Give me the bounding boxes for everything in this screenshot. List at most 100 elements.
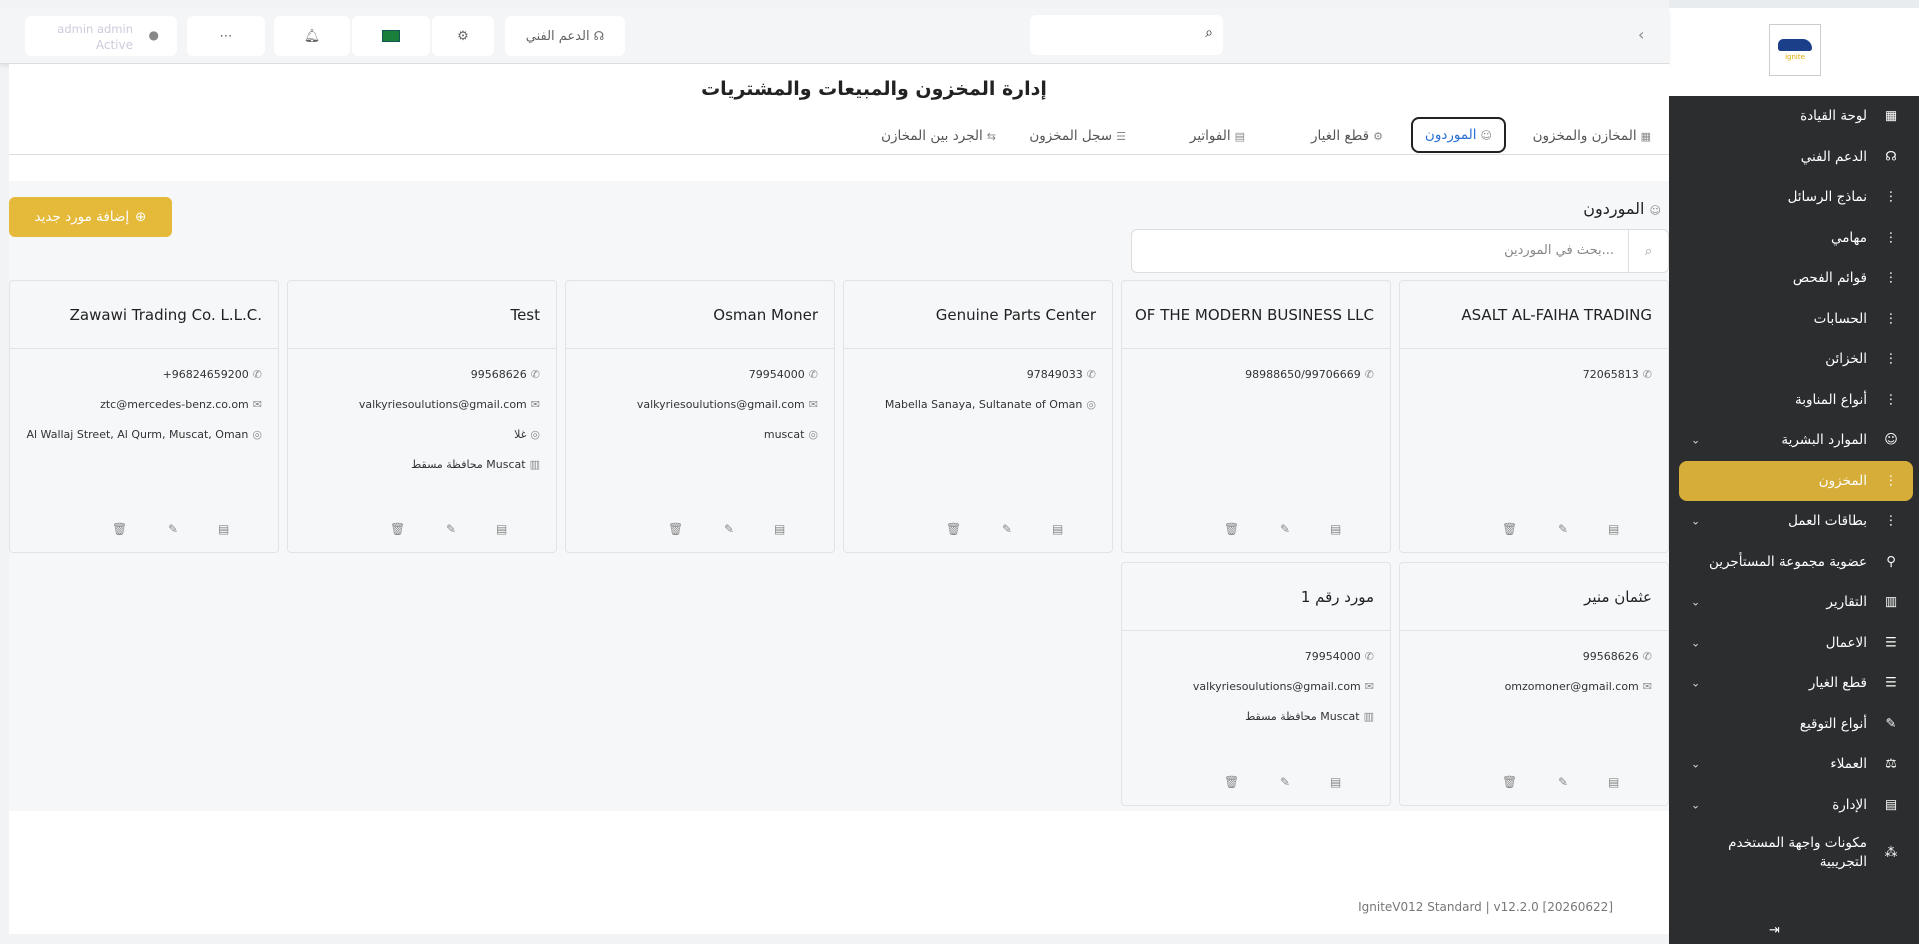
tab-gear[interactable]: قطع الغيار ⚙ — [1311, 119, 1383, 153]
settings-button[interactable]: ⚙ — [432, 16, 494, 56]
details-icon[interactable]: ▤ — [1330, 522, 1341, 536]
details-icon[interactable]: ▤ — [774, 522, 785, 536]
supplier-name: OF THE MODERN BUSINESS LLC — [1122, 281, 1390, 349]
sidebar-item[interactable]: مهامي ⋮ — [1669, 218, 1919, 259]
sidebar-item[interactable]: الموارد البشرية ☺ ⌄ — [1669, 420, 1919, 461]
chevron-down-icon[interactable]: ⌄ — [1691, 596, 1700, 609]
sidebar-item[interactable]: بطاقات العمل ⋮ ⌄ — [1669, 501, 1919, 542]
language-button[interactable] — [352, 16, 430, 56]
tab-warehouse[interactable]: المخازن والمخزون ▦ — [1533, 119, 1651, 153]
sidebar-item[interactable]: عضوية مجموعة المستأجرين ⚲ — [1669, 542, 1919, 583]
supplier-search-input[interactable]: بحث في الموردين... ⌕ — [1131, 229, 1669, 273]
delete-icon[interactable]: 🗑︎ — [1502, 775, 1517, 789]
details-icon[interactable]: ▤ — [1608, 775, 1619, 789]
sidebar-item[interactable]: الحسابات ⋮ — [1669, 299, 1919, 340]
sidebar-item[interactable]: لوحة القيادة ▦ — [1669, 96, 1919, 137]
sidebar-item[interactable]: أنواع التوقيع ✎ — [1669, 704, 1919, 745]
details-icon[interactable]: ▤ — [1330, 775, 1341, 789]
sidebar-item-label: الدعم الفني — [1800, 148, 1867, 165]
support-button[interactable]: الدعم الفني ☊ — [505, 16, 625, 56]
edit-icon[interactable]: ✎ — [1280, 522, 1290, 536]
sidebar-item[interactable]: مكونات واجهة المستخدم التجريبية ⁂ — [1669, 825, 1919, 881]
sidebar-item[interactable]: نماذج الرسائل ⋮ — [1669, 177, 1919, 218]
edit-icon[interactable]: ✎ — [168, 522, 178, 536]
sidebar-nav: لوحة القيادة ▦ الدعم الفني ☊ نماذج الرسائل ⋮ م… — [1669, 96, 1919, 881]
global-search-input[interactable]: ⌕ — [1030, 15, 1223, 55]
supplier-card: OF THE MODERN BUSINESS LLC 98988650/99706… — [1121, 280, 1391, 553]
edit-icon[interactable]: ✎ — [446, 522, 456, 536]
delete-icon[interactable]: 🗑︎ — [1224, 522, 1239, 536]
edit-icon[interactable]: ✎ — [1002, 522, 1012, 536]
delete-icon[interactable]: 🗑︎ — [390, 522, 405, 536]
logout-icon[interactable]: ⇥ — [1769, 923, 1780, 938]
delete-icon[interactable]: 🗑︎ — [1502, 522, 1517, 536]
suppliers-icon: ☺ — [1649, 204, 1661, 217]
chevron-down-icon[interactable]: ⌄ — [1691, 515, 1700, 528]
sidebar-item[interactable]: قطع الغيار ☰ ⌄ — [1669, 663, 1919, 704]
sidebar-item[interactable]: الدعم الفني ☊ — [1669, 137, 1919, 178]
edit-icon[interactable]: ✎ — [1558, 775, 1568, 789]
bell-icon: 🔔︎ — [303, 28, 321, 44]
tab-invoice[interactable]: الفواتير ▤ — [1190, 119, 1245, 153]
app-logo[interactable]: ignite — [1769, 24, 1821, 76]
inventory-tabs: المخازن والمخزون ▦ الموردون ☺ قطع الغيار ⚙ الف… — [9, 113, 1669, 155]
more-vertical-icon: ⋮ — [1884, 189, 1898, 205]
sidebar-item[interactable]: المخزون ⋮ — [1679, 460, 1913, 501]
chat-icon: ⋯ — [219, 28, 233, 44]
tab-label: الموردون — [1424, 127, 1477, 143]
details-icon[interactable]: ▤ — [1052, 522, 1063, 536]
supplier-address-text: غلا — [514, 427, 527, 441]
delete-icon[interactable]: 🗑︎ — [1224, 775, 1239, 789]
supplier-name: Genuine Parts Center — [844, 281, 1112, 349]
tab-suppliers[interactable]: الموردون ☺ — [1410, 117, 1506, 153]
sidebar-item[interactable]: أنواع المناوبة ⋮ — [1669, 380, 1919, 421]
phone-icon: ✆ — [808, 367, 818, 381]
supplier-name: ASALT AL-FAIHA TRADING — [1400, 281, 1668, 349]
search-icon: ⌕ — [1205, 25, 1213, 41]
supplier-email: valkyriesoulutions@gmail.com ✉ — [566, 389, 834, 419]
phone-icon: ✆ — [252, 367, 262, 381]
sidebar-item[interactable]: قوائم الفحص ⋮ — [1669, 258, 1919, 299]
user-menu[interactable]: admin admin Active ● — [25, 16, 177, 56]
sidebar-item[interactable]: الخزائن ⋮ — [1669, 339, 1919, 380]
sidebar-item[interactable]: العملاء ⚖ ⌄ — [1669, 744, 1919, 785]
details-icon[interactable]: ▤ — [1608, 522, 1619, 536]
tab-transfer[interactable]: الجرد بين المخازن ⇆ — [881, 119, 996, 153]
details-icon[interactable]: ▤ — [218, 522, 229, 536]
edit-icon[interactable]: ✎ — [1280, 775, 1290, 789]
chevron-down-icon[interactable]: ⌄ — [1691, 758, 1700, 771]
supplier-phone-text: 72065813 — [1582, 367, 1639, 381]
sidebar-item-label: العملاء — [1830, 756, 1867, 773]
sidebar-item[interactable]: التقارير ▥ ⌄ — [1669, 582, 1919, 623]
plus-circle-icon: ⊕ — [135, 209, 147, 225]
delete-icon[interactable]: 🗑︎ — [112, 522, 127, 536]
chevron-down-icon[interactable]: ⌄ — [1691, 798, 1700, 811]
details-icon[interactable]: ▤ — [496, 522, 507, 536]
mail-icon: ✉ — [252, 397, 262, 411]
supplier-region: محافظة مسقط Muscat ▥ — [288, 449, 556, 479]
delete-icon[interactable]: 🗑︎ — [946, 522, 961, 536]
sidebar-collapse-icon[interactable]: ‹ — [1638, 25, 1644, 44]
tab-list[interactable]: سجل المخزون ☰ — [1029, 119, 1126, 153]
messages-button[interactable]: ⋯ — [187, 16, 265, 56]
sidebar-item-label: المخزون — [1818, 472, 1867, 489]
edit-icon[interactable]: ✎ — [1558, 522, 1568, 536]
supplier-phone: 97849033 ✆ — [844, 359, 1112, 389]
headset-icon: ☊ — [1885, 149, 1897, 165]
search-icon: ⌕ — [1628, 230, 1668, 272]
sidebar-top-strip — [1669, 0, 1919, 8]
add-supplier-button[interactable]: إضافة مورد جديد ⊕ — [9, 197, 172, 237]
sidebar-item[interactable]: الاعمال ☰ ⌄ — [1669, 623, 1919, 664]
edit-icon[interactable]: ✎ — [724, 522, 734, 536]
logo-text: ignite — [1785, 53, 1805, 61]
chevron-down-icon[interactable]: ⌄ — [1691, 677, 1700, 690]
page-title: إدارة المخزون والمبيعات والمشتريات — [701, 78, 1047, 100]
delete-icon[interactable]: 🗑︎ — [668, 522, 683, 536]
supplier-card: مورد رقم 1 79954000 ✆ valkyriesoulutions@gm… — [1121, 562, 1391, 806]
chevron-down-icon[interactable]: ⌄ — [1691, 636, 1700, 649]
more-vertical-icon: ⋮ — [1884, 473, 1898, 489]
chevron-down-icon[interactable]: ⌄ — [1691, 434, 1700, 447]
sidebar-item[interactable]: الإدارة ▤ ⌄ — [1669, 785, 1919, 826]
supplier-address: muscat ◎ — [566, 419, 834, 449]
notifications-button[interactable]: 🔔︎ — [274, 16, 350, 56]
